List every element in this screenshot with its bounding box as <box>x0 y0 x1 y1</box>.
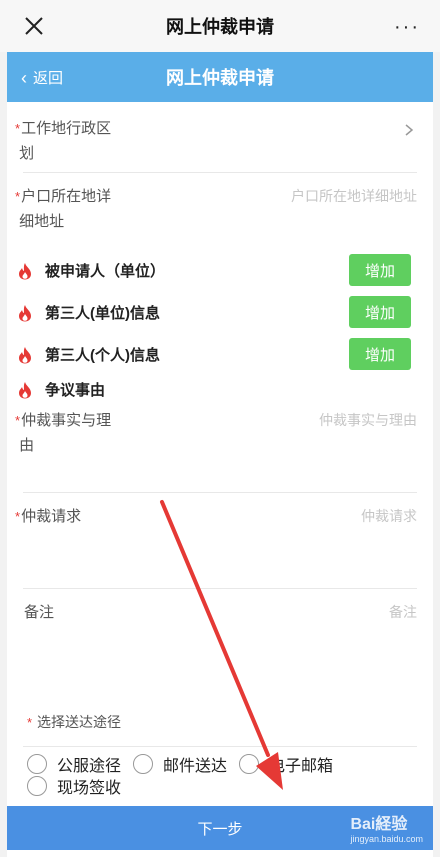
facts-field[interactable]: *仲裁事实与理 由 仲裁事实与理由 <box>7 408 433 492</box>
radio-circle[interactable] <box>27 776 47 796</box>
radio-circle[interactable] <box>239 754 260 774</box>
household-address-label: *户口所在地详 细地址 <box>15 188 112 230</box>
work-district-field[interactable]: *工作地行政区 划 <box>7 116 433 172</box>
request-label: *仲裁请求 <box>15 508 82 525</box>
page-content: ‹ 返回 网上仲裁申请 *工作地行政区 划 *户口所在地详 细地址 户口所在地详… <box>7 52 433 857</box>
section-title: 第三人(单位)信息 <box>45 305 160 322</box>
household-address-field[interactable]: *户口所在地详 细地址 户口所在地详细地址 <box>7 184 433 240</box>
facts-input[interactable]: 仲裁事实与理由 <box>319 408 417 433</box>
remarks-input[interactable]: 备注 <box>389 600 417 625</box>
fire-icon <box>19 262 31 279</box>
baidu-watermark: Bai経验 jingyan.baidu.com <box>350 816 423 844</box>
radio-public-service[interactable]: 公服途径 <box>27 752 121 776</box>
dispute-section: 争议事由 <box>17 379 105 400</box>
fire-icon <box>19 304 31 321</box>
page-title: 网上仲裁申请 <box>166 68 274 88</box>
radio-email[interactable]: 电子邮箱 <box>239 752 333 776</box>
remarks-label: 备注 <box>24 604 55 621</box>
delivery-label: * 选择送达途径 <box>27 714 121 730</box>
divider <box>23 746 417 747</box>
delivery-options-row: 公服途径 邮件送达 电子邮箱 <box>27 752 345 776</box>
section-title: 第三人(个人)信息 <box>45 347 160 364</box>
third-party-unit-section: 第三人(单位)信息 <box>17 302 160 323</box>
fire-icon <box>19 381 31 398</box>
delivery-options-row-2: 现场签收 <box>27 774 133 798</box>
household-address-input[interactable]: 户口所在地详细地址 <box>291 184 417 209</box>
section-title: 争议事由 <box>45 382 106 399</box>
back-button[interactable]: ‹ 返回 <box>21 67 63 88</box>
back-label: 返回 <box>33 70 64 87</box>
add-third-party-person-button[interactable]: 增加 <box>349 338 411 370</box>
divider <box>23 492 417 493</box>
respondent-section: 被申请人（单位） <box>17 260 165 281</box>
wechat-title: 网上仲裁申请 <box>166 17 274 37</box>
request-field[interactable]: *仲裁请求 仲裁请求 <box>7 504 433 588</box>
chevron-left-icon: ‹ <box>21 67 27 88</box>
close-icon[interactable] <box>22 14 46 38</box>
radio-circle[interactable] <box>27 754 47 774</box>
work-district-label: *工作地行政区 划 <box>15 120 112 162</box>
radio-mail[interactable]: 邮件送达 <box>133 752 227 776</box>
third-party-person-section: 第三人(个人)信息 <box>17 344 160 365</box>
section-title: 被申请人（单位） <box>45 263 166 280</box>
more-icon[interactable]: ··· <box>394 16 420 39</box>
add-third-party-unit-button[interactable]: 增加 <box>349 296 411 328</box>
radio-onsite[interactable]: 现场签收 <box>27 774 121 798</box>
wechat-title-bar: 网上仲裁申请 ··· <box>0 0 440 52</box>
divider <box>23 588 417 589</box>
app-navbar: ‹ 返回 网上仲裁申请 <box>7 52 433 102</box>
add-respondent-button[interactable]: 增加 <box>349 254 411 286</box>
request-input[interactable]: 仲裁请求 <box>361 504 417 529</box>
radio-circle[interactable] <box>133 754 154 774</box>
facts-label: *仲裁事实与理 由 <box>15 412 112 454</box>
remarks-field[interactable]: 备注 备注 <box>7 600 433 690</box>
chevron-right-icon[interactable] <box>403 124 415 136</box>
divider <box>23 172 417 173</box>
fire-icon <box>19 346 31 363</box>
delivery-field: * 选择送达途径 <box>7 710 433 736</box>
